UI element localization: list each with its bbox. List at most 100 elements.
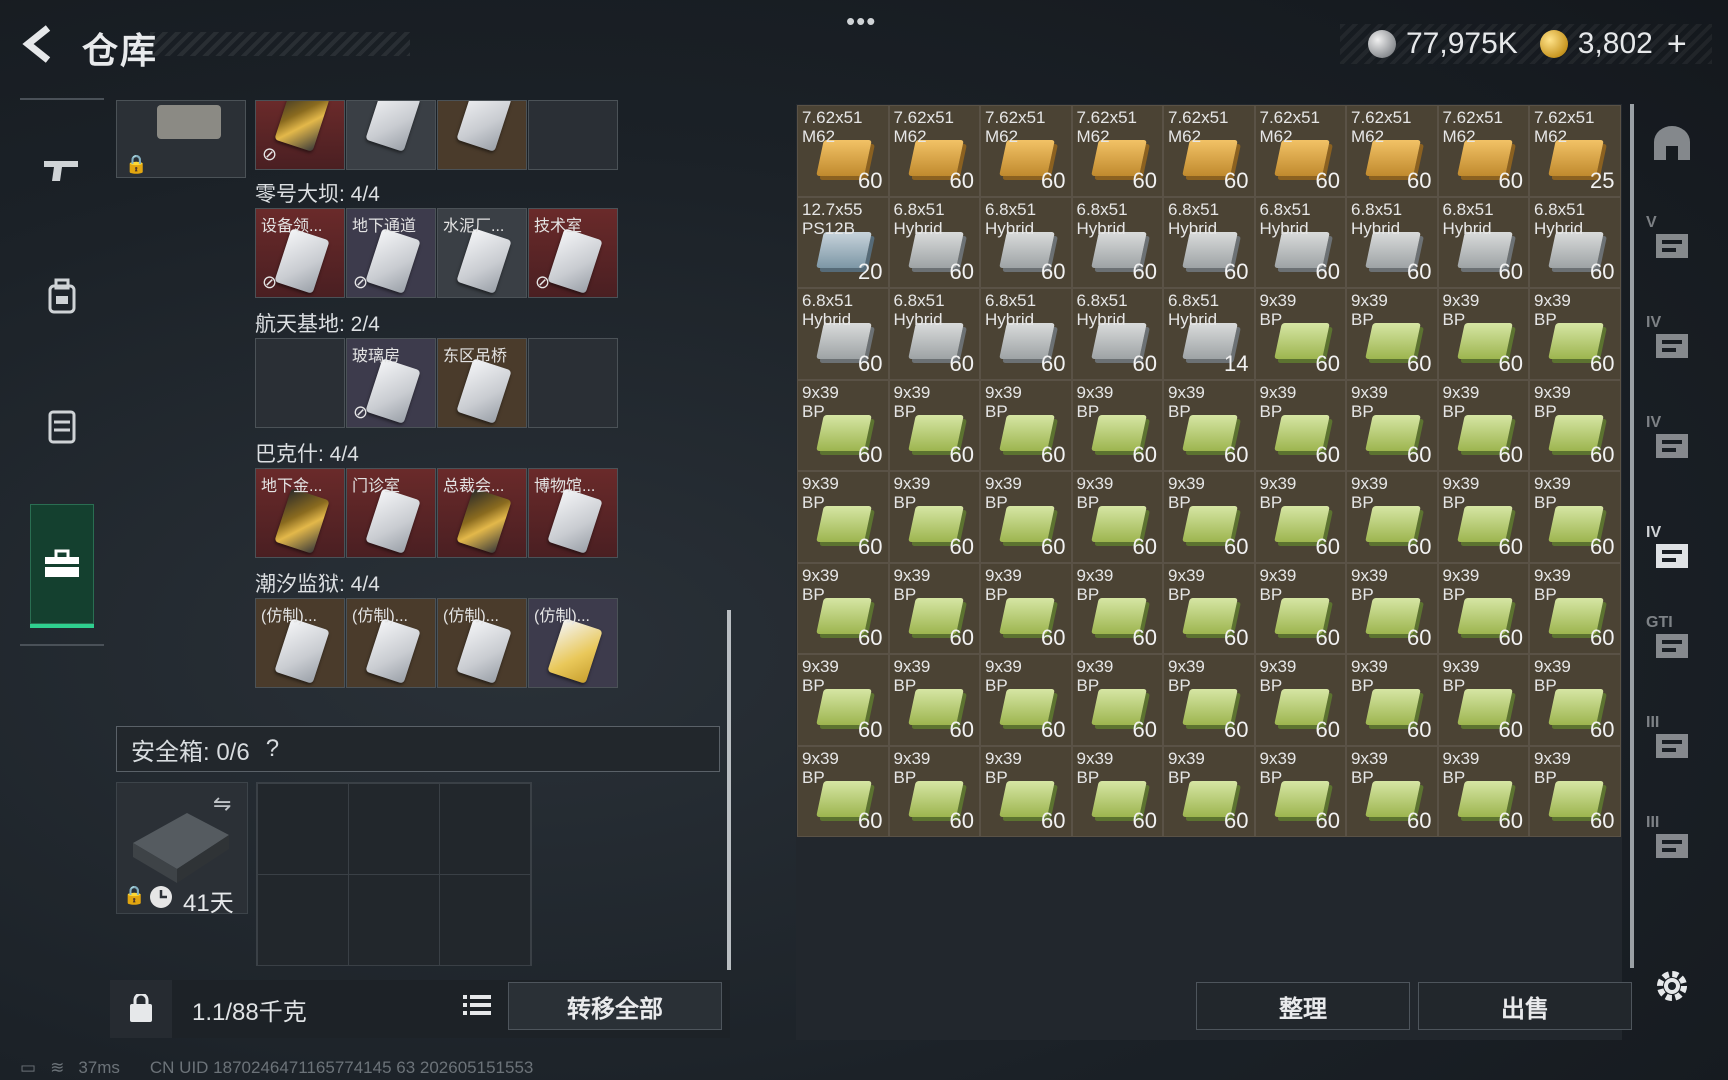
stash-item[interactable]: 9x39 BP 60: [1163, 379, 1255, 471]
stash-item[interactable]: 9x39 BP 60: [1529, 745, 1621, 837]
stash-item[interactable]: 7.62x51 M62 60: [1254, 105, 1346, 197]
stash-item[interactable]: 12.7x55 PS12B 20: [797, 196, 889, 288]
stash-item[interactable]: 6.8x51 Hybrid 60: [1437, 196, 1529, 288]
key-slot-empty[interactable]: [528, 100, 618, 170]
stash-item[interactable]: 9x39 BP 60: [1071, 654, 1163, 746]
key-slot[interactable]: 总裁会...: [437, 468, 527, 558]
stash-item[interactable]: 9x39 BP 60: [1437, 654, 1529, 746]
stash-item[interactable]: 9x39 BP 60: [1254, 654, 1346, 746]
sort-button[interactable]: 整理: [1196, 982, 1410, 1030]
key-slot-empty[interactable]: [255, 338, 345, 428]
stash-item[interactable]: 9x39 BP 60: [1071, 471, 1163, 563]
stash-item[interactable]: 9x39 BP 60: [980, 562, 1072, 654]
weight-bag-button[interactable]: [110, 980, 172, 1038]
stash-item[interactable]: 9x39 BP 60: [888, 379, 980, 471]
key-slot[interactable]: [346, 100, 436, 170]
nav-vest[interactable]: [30, 376, 94, 476]
key-slot[interactable]: 博物馆...: [528, 468, 618, 558]
stash-item[interactable]: 9x39 BP 60: [1071, 562, 1163, 654]
stash-item[interactable]: 9x39 BP 60: [1254, 379, 1346, 471]
key-slot[interactable]: 设备领... ⊘: [255, 208, 345, 298]
key-slot[interactable]: 水泥厂...: [437, 208, 527, 298]
stash-item[interactable]: 7.62x51 M62 60: [1437, 105, 1529, 197]
left-scrollbar[interactable]: [727, 610, 731, 970]
nav-stash[interactable]: [30, 504, 94, 628]
stash-item[interactable]: 9x39 BP 60: [980, 745, 1072, 837]
stash-item[interactable]: 7.62x51 M62 60: [1163, 105, 1255, 197]
stash-item[interactable]: 9x39 BP 60: [980, 471, 1072, 563]
stash-item[interactable]: 9x39 BP 60: [797, 379, 889, 471]
stash-item[interactable]: 6.8x51 Hybrid 60: [797, 288, 889, 380]
help-button[interactable]: ?: [266, 735, 279, 763]
stash-item[interactable]: 7.62x51 M62 25: [1529, 105, 1621, 197]
key-slot[interactable]: [437, 100, 527, 170]
more-menu-button[interactable]: •••: [846, 6, 876, 37]
stash-item[interactable]: 9x39 BP 60: [1346, 471, 1438, 563]
stash-item[interactable]: 9x39 BP 60: [1071, 745, 1163, 837]
stash-item[interactable]: 9x39 BP 60: [797, 562, 889, 654]
add-currency-button[interactable]: +: [1667, 25, 1687, 64]
key-slot[interactable]: (仿制)...: [346, 598, 436, 688]
stash-item[interactable]: 9x39 BP 60: [1529, 471, 1621, 563]
stash-item[interactable]: 9x39 BP 60: [1346, 562, 1438, 654]
stash-item[interactable]: 9x39 BP 60: [1254, 288, 1346, 380]
key-slot[interactable]: 地下通道 ⊘: [346, 208, 436, 298]
stash-item[interactable]: 9x39 BP 60: [1346, 654, 1438, 746]
sell-button[interactable]: 出售: [1418, 982, 1632, 1030]
stash-item[interactable]: 9x39 BP 60: [1163, 654, 1255, 746]
key-slot[interactable]: 东区吊桥: [437, 338, 527, 428]
stash-item[interactable]: 7.62x51 M62 60: [1346, 105, 1438, 197]
stash-tab[interactable]: IV: [1642, 304, 1702, 384]
stash-item[interactable]: 9x39 BP 60: [888, 562, 980, 654]
stash-tab[interactable]: GTI: [1642, 604, 1702, 684]
stash-scrollbar[interactable]: [1630, 104, 1634, 968]
stash-item[interactable]: 6.8x51 Hybrid 14: [1163, 288, 1255, 380]
stash-tab[interactable]: V: [1642, 204, 1702, 284]
stash-item[interactable]: 9x39 BP 60: [1437, 288, 1529, 380]
stash-item[interactable]: 9x39 BP 60: [1437, 471, 1529, 563]
stash-item[interactable]: 9x39 BP 60: [1346, 379, 1438, 471]
stash-item[interactable]: 9x39 BP 60: [1254, 745, 1346, 837]
stash-item[interactable]: 6.8x51 Hybrid 60: [888, 288, 980, 380]
stash-tab[interactable]: III: [1642, 804, 1702, 884]
key-slot-empty[interactable]: [528, 338, 618, 428]
stash-item[interactable]: 9x39 BP 60: [1437, 562, 1529, 654]
key-slot[interactable]: 地下金...: [255, 468, 345, 558]
stash-item[interactable]: 7.62x51 M62 60: [797, 105, 889, 197]
stash-item[interactable]: 9x39 BP 60: [1163, 745, 1255, 837]
stash-item[interactable]: 9x39 BP 60: [1254, 562, 1346, 654]
stash-item[interactable]: 9x39 BP 60: [1529, 562, 1621, 654]
key-slot[interactable]: 玻璃房 ⊘: [346, 338, 436, 428]
stash-item[interactable]: 9x39 BP 60: [1163, 562, 1255, 654]
stash-tab-home[interactable]: [1642, 104, 1702, 184]
key-slot[interactable]: (仿制)...: [528, 598, 618, 688]
list-view-button[interactable]: [456, 984, 498, 1026]
stash-item[interactable]: 7.62x51 M62 60: [888, 105, 980, 197]
key-slot[interactable]: ⊘: [255, 100, 345, 170]
stash-item[interactable]: 9x39 BP 60: [1529, 654, 1621, 746]
stash-item[interactable]: 9x39 BP 60: [797, 471, 889, 563]
key-slot[interactable]: 门诊室: [346, 468, 436, 558]
stash-item[interactable]: 9x39 BP 60: [980, 379, 1072, 471]
stash-item[interactable]: 9x39 BP 60: [888, 654, 980, 746]
stash-item[interactable]: 9x39 BP 60: [797, 654, 889, 746]
key-slot[interactable]: (仿制)...: [437, 598, 527, 688]
settings-button[interactable]: [1650, 964, 1694, 1008]
stash-item[interactable]: 6.8x51 Hybrid 60: [1346, 196, 1438, 288]
stash-item[interactable]: 6.8x51 Hybrid 60: [888, 196, 980, 288]
stash-item[interactable]: 6.8x51 Hybrid 60: [1529, 196, 1621, 288]
stash-tab[interactable]: IV: [1642, 404, 1702, 484]
stash-item[interactable]: 6.8x51 Hybrid 60: [980, 288, 1072, 380]
nav-weapons[interactable]: [30, 120, 94, 220]
transfer-all-button[interactable]: 转移全部: [508, 982, 722, 1030]
key-case-item[interactable]: 🔒: [116, 100, 246, 178]
nav-backpack[interactable]: [30, 246, 94, 346]
stash-item[interactable]: 6.8x51 Hybrid 60: [1163, 196, 1255, 288]
stash-item[interactable]: 7.62x51 M62 60: [980, 105, 1072, 197]
stash-item[interactable]: 7.62x51 M62 60: [1071, 105, 1163, 197]
stash-item[interactable]: 9x39 BP 60: [1437, 379, 1529, 471]
stash-item[interactable]: 9x39 BP 60: [1346, 745, 1438, 837]
stash-item[interactable]: 9x39 BP 60: [1163, 471, 1255, 563]
stash-tab[interactable]: III: [1642, 704, 1702, 784]
key-slot[interactable]: (仿制)...: [255, 598, 345, 688]
